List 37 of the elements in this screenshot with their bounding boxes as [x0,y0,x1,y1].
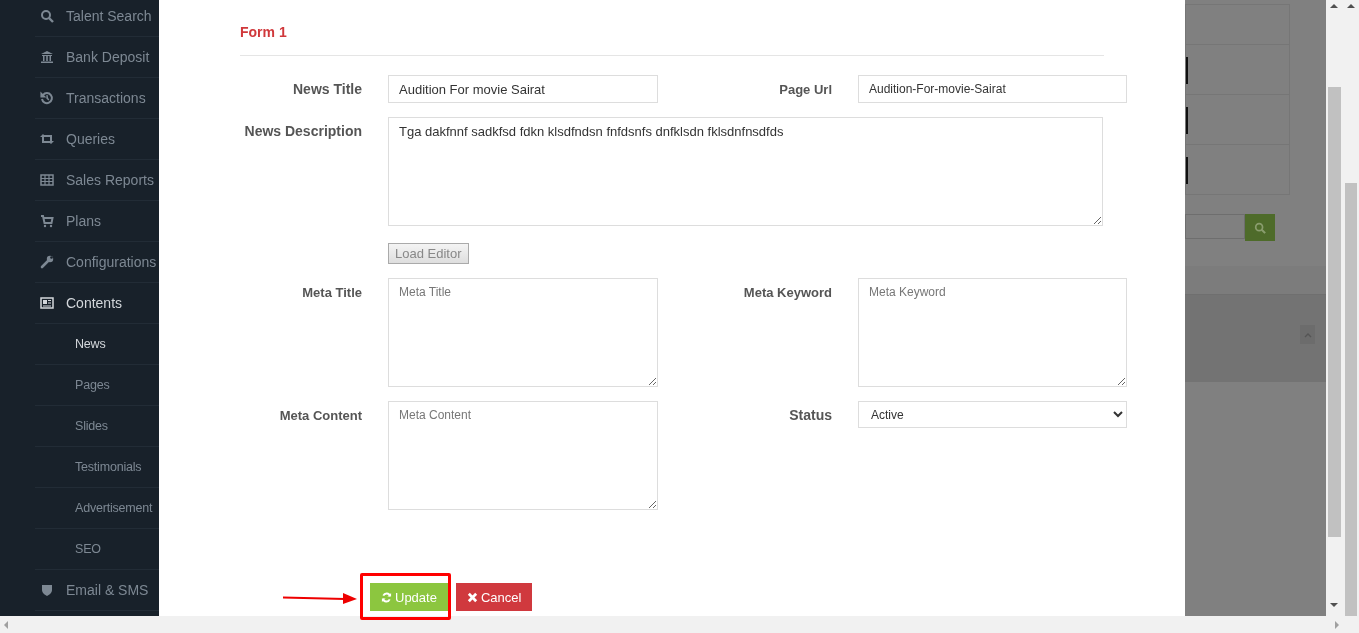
wrench-icon [40,255,54,269]
newspaper-icon [40,296,54,310]
form-title: Form 1 [240,24,1104,56]
scrollbar-thumb[interactable] [1345,183,1357,616]
scroll-left-arrow-icon[interactable] [3,620,9,630]
scroll-down-arrow-icon[interactable] [1329,602,1339,608]
scroll-right-arrow-icon[interactable] [1334,620,1340,630]
cancel-button[interactable]: Cancel [455,583,533,611]
news-title-field[interactable]: Audition For movie Sairat [388,75,658,103]
vertical-scrollbar[interactable] [1343,0,1359,616]
horizontal-scrollbar[interactable] [0,616,1359,633]
refresh-icon [381,591,392,603]
page-url-field[interactable]: Audition-For-movie-Sairat [858,75,1127,103]
field-label: Meta Content [278,407,362,423]
scrollbar-thumb[interactable] [1328,87,1341,537]
meta-title-field[interactable]: Meta Title [388,278,658,387]
meta-content-field[interactable]: Meta Content [388,401,658,510]
field-label: Meta Title [301,284,362,300]
field-label: News Description [243,122,362,139]
table-icon [40,173,54,187]
news-description-field[interactable]: Tga dakfnnf sadkfsd fdkn klsdfndsn fnfdsnfs dnfklsdn fklsdnfnsdfds [388,117,1103,226]
bank-icon [40,50,54,64]
retweet-icon [40,132,54,146]
status-dropdown[interactable]: Active [858,401,1127,428]
shield-icon [40,583,54,597]
field-label: Meta Keyword [742,284,832,300]
history-icon [40,91,54,105]
search-icon [1254,221,1266,234]
load-editor-button[interactable]: Load Editor [388,243,469,264]
close-icon [466,591,478,603]
field-label: Page Url [778,81,832,97]
meta-keyword-field[interactable]: Meta Keyword [858,278,1127,387]
search-icon [40,9,54,23]
field-label: News Title [292,80,362,97]
cart-icon [40,214,54,228]
field-label: Status [788,406,832,423]
vertical-scrollbar[interactable] [1326,0,1343,616]
